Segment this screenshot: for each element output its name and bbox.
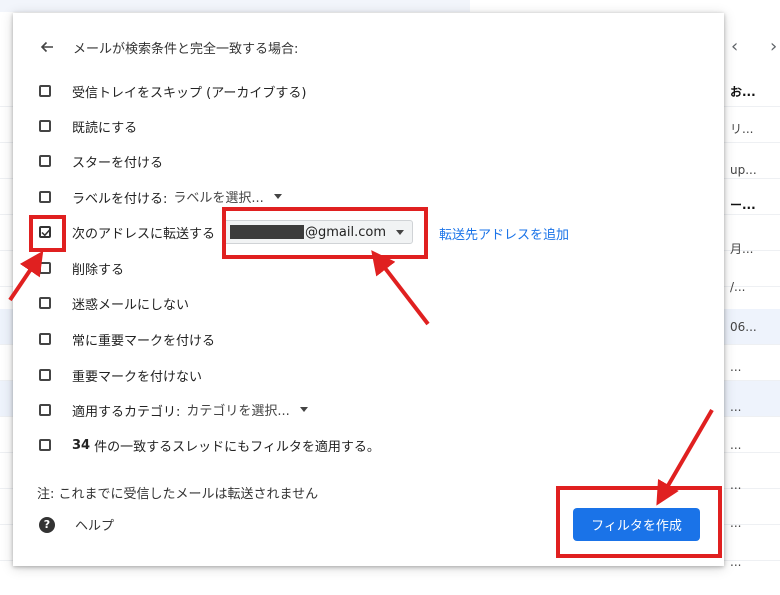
annotation-arrow [371, 250, 430, 326]
annotation-arrow [656, 408, 714, 506]
annotation-arrow [8, 250, 44, 302]
annotation-arrows [8, 250, 714, 506]
